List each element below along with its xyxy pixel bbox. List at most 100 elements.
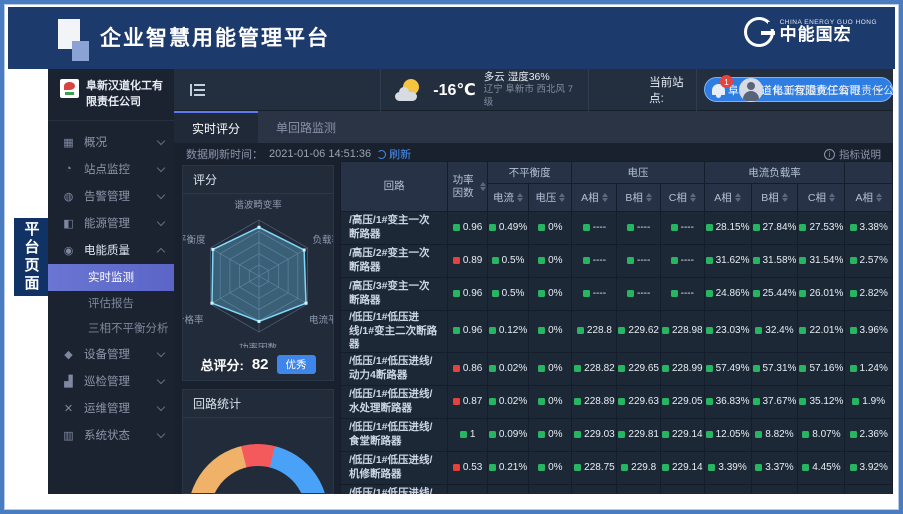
- status-dot: [627, 224, 634, 231]
- table-row[interactable]: /低压/1#低压进线/动力4断路器0.860.02%0%228.82229.65…: [341, 352, 893, 385]
- status-dot: [538, 464, 545, 471]
- table-row[interactable]: /低压/1#低压进线/机修断路器0.530.21%0%228.75229.822…: [341, 451, 893, 484]
- col-header: 回路: [341, 162, 448, 212]
- sidebar-item-2[interactable]: ◍告警管理: [48, 183, 174, 210]
- sidebar-item-3[interactable]: ◧能源管理: [48, 210, 174, 237]
- col-subheader[interactable]: 电流: [487, 184, 528, 212]
- table-row[interactable]: /高压/3#变主一次断路器0.960.5%0%------------24.86…: [341, 278, 893, 311]
- sort-icon: [559, 193, 565, 202]
- col-subheader[interactable]: C相: [660, 184, 704, 212]
- value-cell: 1: [448, 418, 488, 451]
- col-subheader[interactable]: C相: [798, 184, 845, 212]
- status-dot: [706, 224, 713, 231]
- col-header[interactable]: 功率因数: [448, 162, 488, 212]
- status-dot: [618, 398, 625, 405]
- decoration-square-blue: [72, 41, 89, 61]
- value-cell: 2.82%: [845, 278, 893, 311]
- col-subheader[interactable]: B相: [751, 184, 798, 212]
- sidebar-subitem[interactable]: 评估报告: [48, 291, 174, 316]
- slide-title-bar: 企业智慧用能管理平台 CHINA ENERGY GUO HONG 中能国宏: [8, 7, 895, 69]
- value-cell: 229.65: [617, 352, 661, 385]
- sidebar-subitem[interactable]: 实时监测: [48, 264, 174, 291]
- status-dot: [662, 431, 669, 438]
- sidebar-item-7[interactable]: ✕运维管理: [48, 395, 174, 422]
- overview-icon: ▦: [62, 136, 75, 149]
- energy-icon: ◧: [62, 217, 75, 230]
- refresh-button[interactable]: 刷新: [377, 146, 411, 162]
- sidebar-collapse-icon[interactable]: [190, 84, 205, 96]
- logo-icon: [744, 17, 774, 47]
- value-cell: 1.9%: [845, 385, 893, 418]
- value-cell: 0%: [529, 385, 572, 418]
- table-row[interactable]: /低压/1#低压进线/水处理断路器0.870.02%0%228.89229.63…: [341, 385, 893, 418]
- value-cell: 228.81: [572, 484, 617, 494]
- table-row[interactable]: /低压/1#低压进线/锅炉断路器0.870.06%0%228.81229.832…: [341, 484, 893, 494]
- status-dot: [583, 290, 590, 297]
- circuit-table: 回路功率因数不平衡度电压电流负载率电流电压A相B相C相A相B相C相A相/高压/1…: [340, 161, 893, 494]
- col-subheader[interactable]: A相: [572, 184, 617, 212]
- status-dot: [802, 464, 809, 471]
- status-dot: [850, 365, 857, 372]
- notification-bell-icon[interactable]: 1: [709, 79, 729, 101]
- table-row[interactable]: /低压/1#低压进线/食堂断路器10.09%0%229.03229.81229.…: [341, 418, 893, 451]
- circuit-name: /高压/3#变主一次断路器: [341, 278, 448, 311]
- value-cell: 23.03%: [704, 311, 751, 353]
- sidebar-item-0[interactable]: ▦概况: [48, 129, 174, 156]
- status-dot: [850, 327, 857, 334]
- radar-axis-label: 平衡度: [183, 232, 206, 246]
- circuit-name: /高压/1#变主一次断路器: [341, 212, 448, 245]
- status-dot: [753, 398, 760, 405]
- sidebar-subitem[interactable]: 三相不平衡分析: [48, 316, 174, 341]
- col-subheader[interactable]: A相: [704, 184, 751, 212]
- sort-icon: [690, 193, 696, 202]
- company-header: 阜新汉道化工有限责任公司: [48, 69, 174, 121]
- status-dot: [755, 464, 762, 471]
- value-cell: 3.92%: [845, 451, 893, 484]
- value-cell: 229.8: [617, 451, 661, 484]
- tab-实时评分[interactable]: 实时评分: [174, 111, 258, 143]
- table-row[interactable]: /高压/1#变主一次断路器0.960.49%0%------------28.1…: [341, 212, 893, 245]
- value-cell: 12.05%: [704, 418, 751, 451]
- info-icon: i: [824, 149, 835, 160]
- sort-icon: [646, 193, 652, 202]
- sidebar-item-8[interactable]: ▥系统状态: [48, 422, 174, 449]
- chevron-down-icon: [157, 137, 165, 145]
- status-dot: [850, 464, 857, 471]
- sidebar-item-1[interactable]: ◔站点监控: [48, 156, 174, 183]
- value-cell: 0%: [529, 418, 572, 451]
- sort-icon: [876, 193, 882, 202]
- table-row[interactable]: /高压/2#变主一次断路器0.890.5%0%------------31.62…: [341, 245, 893, 278]
- station-monitor-icon: ◔: [62, 163, 75, 175]
- status-dot: [755, 431, 762, 438]
- sidebar-item-5[interactable]: ◆设备管理: [48, 341, 174, 368]
- value-cell: 228.82: [572, 352, 617, 385]
- value-cell: 57.31%: [751, 352, 798, 385]
- sort-icon: [735, 193, 741, 202]
- col-subheader[interactable]: B相: [617, 184, 661, 212]
- status-dot: [850, 431, 857, 438]
- indicator-help-link[interactable]: i 指标说明: [824, 147, 881, 162]
- tab-单回路监测[interactable]: 单回路监测: [258, 111, 354, 143]
- value-cell: 31.54%: [798, 245, 845, 278]
- sidebar-item-6[interactable]: ▟巡检管理: [48, 368, 174, 395]
- value-cell: 0.96: [448, 212, 488, 245]
- user-avatar[interactable]: [739, 78, 763, 102]
- status-dot: [574, 398, 581, 405]
- col-subheader[interactable]: A相: [845, 184, 893, 212]
- logo-text: 中能国宏: [780, 26, 877, 45]
- value-cell: 229.15: [660, 484, 704, 494]
- temperature: -16℃: [433, 80, 476, 100]
- status-dot: [662, 365, 669, 372]
- main-area: -16℃ 多云 湿度36% 辽宁 阜新市 西北风 7级 当前站点: 阜新汉道化工…: [174, 69, 893, 494]
- tab-bar: 实时评分单回路监测: [174, 111, 893, 143]
- sidebar-item-4[interactable]: ◉电能质量: [48, 237, 174, 264]
- status-dot: [574, 365, 581, 372]
- value-cell: 0.21%: [487, 451, 528, 484]
- value-cell: 229.63: [617, 385, 661, 418]
- status-dot: [621, 464, 628, 471]
- maintenance-icon: ✕: [62, 402, 75, 415]
- status-dot: [799, 365, 806, 372]
- table-row[interactable]: /低压/1#低压进线/1#变主二次断路器0.960.12%0%228.8229.…: [341, 311, 893, 353]
- company-logo-icon: [60, 79, 79, 98]
- col-subheader[interactable]: 电压: [529, 184, 572, 212]
